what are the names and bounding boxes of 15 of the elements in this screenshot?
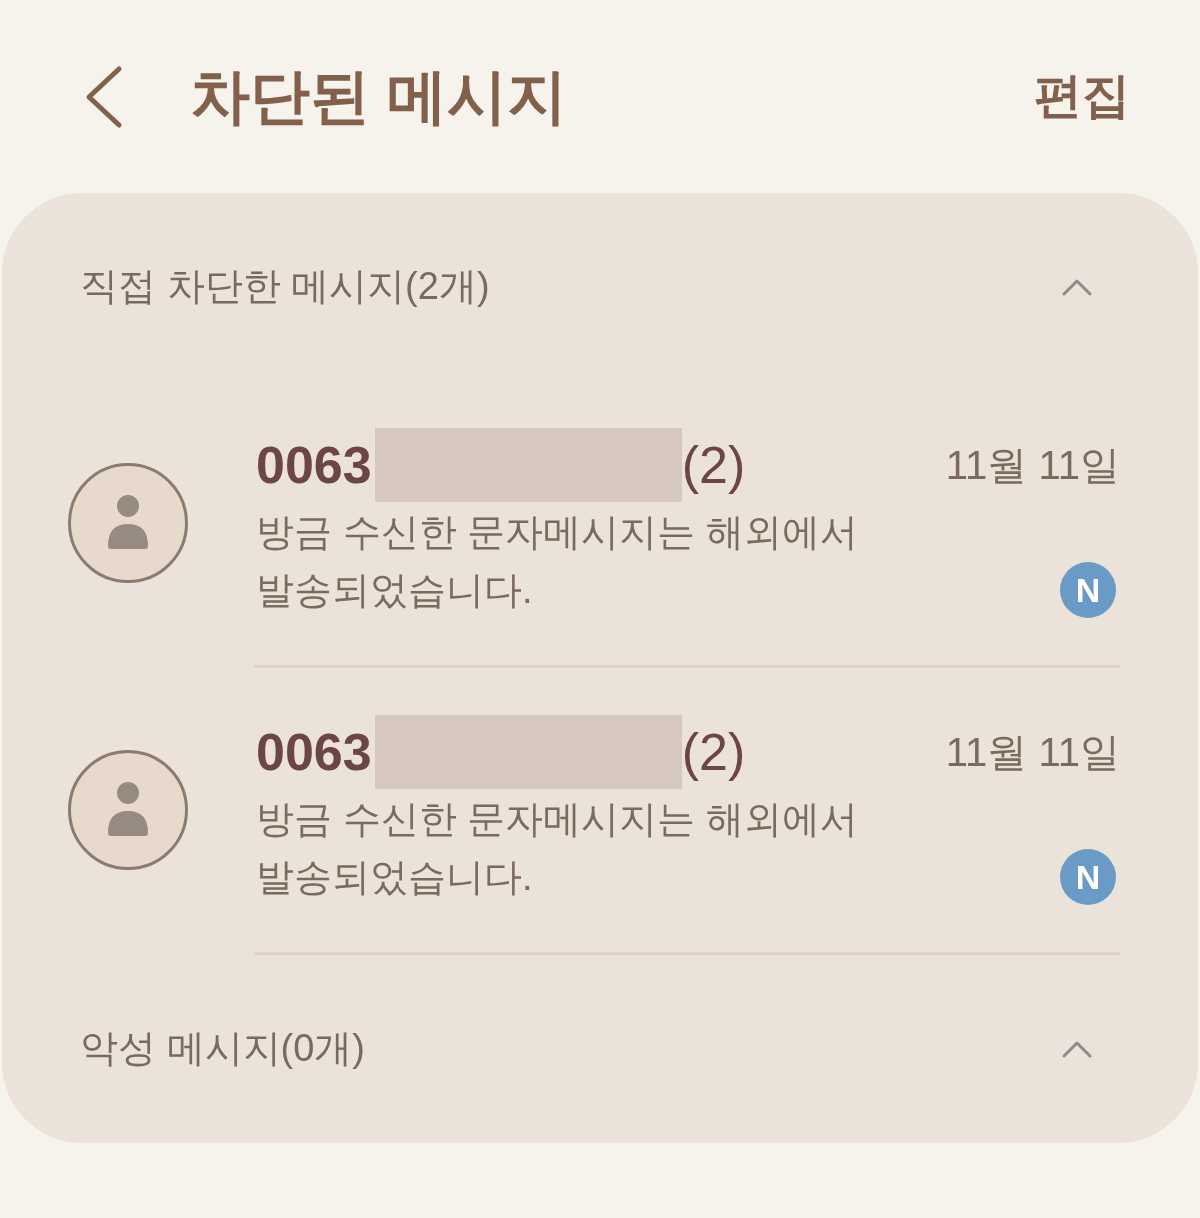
page-title: 차단된 메시지 xyxy=(190,63,568,130)
message-date: 11월 11일 xyxy=(945,728,1120,776)
new-badge: N xyxy=(1060,848,1116,905)
section-header[interactable]: 직접 차단한 메시지(2개) xyxy=(80,264,490,310)
avatar-icon xyxy=(67,749,189,871)
message-preview: 방금 수신한 문자메시지는 해외에서 발송되었습니다. xyxy=(256,509,859,613)
message-date: 11월 11일 xyxy=(945,441,1120,489)
section-header[interactable]: 악성 메시지(0개) xyxy=(80,1026,365,1072)
new-badge: N xyxy=(1060,561,1116,618)
avatar-icon xyxy=(67,462,189,584)
phone-number: 0063 xyxy=(256,439,372,491)
message-preview: 방금 수신한 문자메시지는 해외에서 발송되었습니다. xyxy=(256,796,859,900)
back-icon[interactable] xyxy=(85,64,123,129)
edit-button[interactable]: 편집 xyxy=(1034,70,1130,123)
phone-number: 0063 xyxy=(256,726,372,778)
